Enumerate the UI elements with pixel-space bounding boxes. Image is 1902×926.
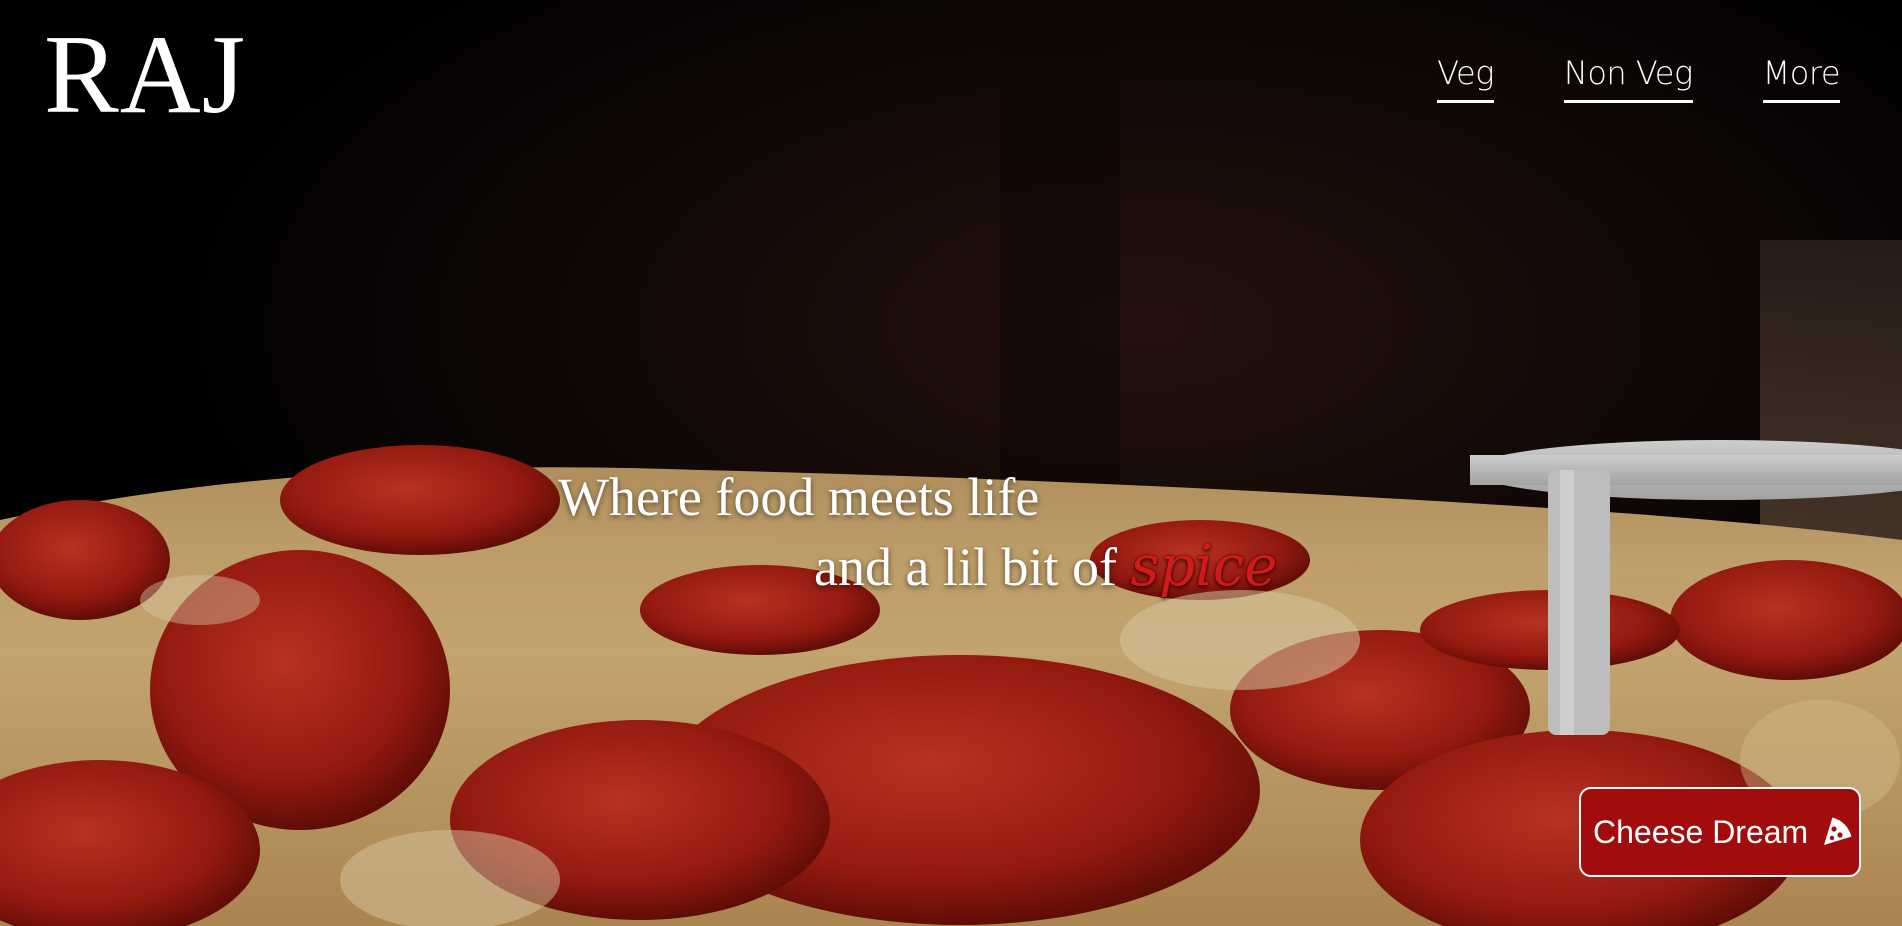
brand-logo[interactable]: RAJ — [44, 10, 246, 140]
nav-item-more[interactable]: More — [1762, 54, 1841, 103]
hero-section: RAJ Veg Non Veg More Where food meets li… — [0, 0, 1902, 926]
pizza-slice-icon — [1824, 817, 1852, 845]
tagline-line-2: and a lil bit of spice — [558, 532, 1277, 602]
main-nav: Veg Non Veg More — [1437, 54, 1841, 103]
cta-label: Cheese Dream — [1593, 813, 1809, 850]
tagline-line-1: Where food meets life — [558, 467, 1040, 527]
tagline-highlight: spice — [1130, 534, 1278, 599]
cheese-dream-button[interactable]: Cheese Dream — [1579, 787, 1861, 877]
nav-item-non-veg[interactable]: Non Veg — [1563, 54, 1693, 103]
nav-item-veg[interactable]: Veg — [1437, 54, 1494, 103]
hero-tagline: Where food meets life and a lil bit of s… — [558, 462, 1277, 602]
tagline-line-2-prefix: and a lil bit of — [814, 537, 1131, 597]
